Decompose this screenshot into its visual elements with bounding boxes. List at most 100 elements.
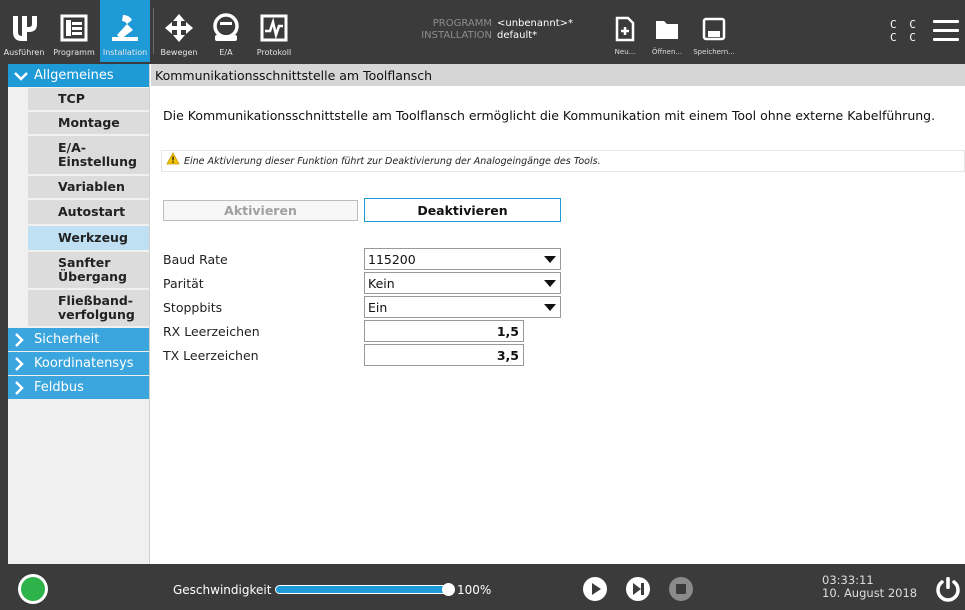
tool-move[interactable]: Bewegen xyxy=(156,0,202,62)
tab-program-label: Programm xyxy=(53,48,95,57)
stopbits-select[interactable]: Ein xyxy=(364,296,561,318)
baud-rate-row: Baud Rate 115200 xyxy=(163,248,563,270)
tool-io-label: E/A xyxy=(219,48,233,57)
tool-move-label: Bewegen xyxy=(160,48,198,57)
robot-status-button[interactable] xyxy=(18,574,48,604)
ur-logo-icon xyxy=(6,8,42,48)
top-bar: Ausführen Programm Installation Bewegen … xyxy=(0,0,965,62)
sidebar-item-label: TCP xyxy=(58,91,85,106)
program-name: <unbenannt>* xyxy=(497,18,573,29)
sidebar-item-label: Werkzeug xyxy=(58,230,128,245)
status-indicator-icon xyxy=(21,577,45,601)
tab-run-label: Ausführen xyxy=(3,48,45,57)
tx-idle-input[interactable]: 3,5 xyxy=(364,344,524,366)
parity-row: Parität Kein xyxy=(163,272,563,294)
datetime: 03:33:11 10. August 2018 xyxy=(822,574,917,600)
sidebar-item-conveyor-tracking[interactable]: Fließband- verfolgung xyxy=(28,290,149,328)
move-arrows-icon xyxy=(161,8,197,48)
io-icon xyxy=(208,8,244,48)
tool-io[interactable]: E/A xyxy=(204,0,248,62)
speed-value: 100% xyxy=(457,583,492,597)
sidebar-item-tcp[interactable]: TCP xyxy=(28,88,149,112)
stopbits-row: Stoppbits Ein xyxy=(163,296,563,318)
deactivate-button[interactable]: Deaktivieren xyxy=(364,198,561,222)
step-button[interactable] xyxy=(626,577,650,601)
dropdown-arrow-icon xyxy=(544,256,556,263)
sidebar-item-mounting[interactable]: Montage xyxy=(28,112,149,136)
hamburger-menu-icon[interactable] xyxy=(933,20,959,42)
sidebar-item-io-setup[interactable]: E/A- Einstellung xyxy=(28,136,149,176)
baud-rate-value: 115200 xyxy=(368,251,416,267)
play-button[interactable] xyxy=(583,577,607,601)
tab-run[interactable]: Ausführen xyxy=(0,0,48,62)
step-icon xyxy=(633,583,644,595)
sidebar: Allgemeines TCP Montage E/A- Einstellung… xyxy=(8,64,150,564)
description-text: Die Kommunikationsschnittstelle am Toolf… xyxy=(163,108,936,123)
stop-icon xyxy=(676,584,686,594)
tab-installation[interactable]: Installation xyxy=(100,0,150,62)
program-tree-icon xyxy=(56,8,92,48)
sidebar-item-variables[interactable]: Variablen xyxy=(28,176,149,200)
sidebar-item-label: E/A- Einstellung xyxy=(58,140,137,169)
sidebar-group-safety[interactable]: Sicherheit xyxy=(8,328,149,352)
stop-button[interactable] xyxy=(669,577,693,601)
new-file-icon xyxy=(611,14,639,44)
baud-rate-select[interactable]: 115200 xyxy=(364,248,561,270)
installation-icon xyxy=(107,8,143,48)
sidebar-item-smooth-transition[interactable]: Sanfter Übergang xyxy=(28,252,149,290)
sidebar-group-label: Koordinatensys xyxy=(34,356,134,371)
parity-value: Kein xyxy=(368,275,395,291)
parity-select[interactable]: Kein xyxy=(364,272,561,294)
sidebar-item-label: Variablen xyxy=(58,179,125,194)
cc-line-1: C C xyxy=(890,18,919,31)
program-key: PROGRAMM xyxy=(432,18,492,29)
sidebar-group-fieldbus[interactable]: Feldbus xyxy=(8,376,149,400)
date-text: 10. August 2018 xyxy=(822,586,918,600)
chevron-down-icon xyxy=(14,71,28,81)
sidebar-item-tool[interactable]: Werkzeug xyxy=(28,226,149,252)
save-icon xyxy=(700,14,728,44)
sidebar-item-label: Autostart xyxy=(58,204,126,219)
play-icon xyxy=(592,583,601,595)
sidebar-group-coordinates[interactable]: Koordinatensys xyxy=(8,352,149,376)
tx-idle-row: TX Leerzeichen 3,5 xyxy=(163,344,563,366)
baud-rate-label: Baud Rate xyxy=(163,252,228,267)
speed-slider-track[interactable] xyxy=(275,585,451,594)
tab-installation-label: Installation xyxy=(102,48,148,57)
rx-idle-label: RX Leerzeichen xyxy=(163,324,260,339)
tool-log[interactable]: Protokoll xyxy=(250,0,298,62)
stopbits-value: Ein xyxy=(368,299,388,315)
save-button[interactable]: Speichern... xyxy=(693,0,735,62)
open-label: Öffnen... xyxy=(651,48,683,56)
new-button[interactable]: Neu... xyxy=(610,0,640,62)
parity-label: Parität xyxy=(163,276,204,291)
chevron-right-icon xyxy=(14,332,28,347)
tx-idle-label: TX Leerzeichen xyxy=(163,348,259,363)
sidebar-group-label: Allgemeines xyxy=(34,68,114,83)
log-icon xyxy=(256,8,292,48)
power-icon[interactable] xyxy=(934,575,962,603)
rx-idle-row: RX Leerzeichen 1,5 xyxy=(163,320,563,342)
cc-indicator: C C C C xyxy=(890,18,919,44)
dropdown-arrow-icon xyxy=(544,304,556,311)
open-button[interactable]: Öffnen... xyxy=(650,0,684,62)
sidebar-group-general[interactable]: Allgemeines xyxy=(8,64,149,88)
sidebar-group-label: Feldbus xyxy=(34,380,84,395)
warning-text: Eine Aktivierung dieser Funktion führt z… xyxy=(184,155,601,167)
rx-idle-input[interactable]: 1,5 xyxy=(364,320,524,342)
chevron-right-icon xyxy=(14,356,28,371)
chevron-right-icon xyxy=(14,380,28,395)
sidebar-item-autostart[interactable]: Autostart xyxy=(28,200,149,226)
tab-program[interactable]: Programm xyxy=(48,0,100,62)
folder-icon xyxy=(653,14,681,44)
divider xyxy=(153,8,154,54)
tool-log-label: Protokoll xyxy=(256,48,292,57)
installation-key: INSTALLATION xyxy=(421,30,492,41)
activate-button[interactable]: Aktivieren xyxy=(163,200,358,221)
dropdown-arrow-icon xyxy=(544,280,556,287)
speed-label: Geschwindigkeit xyxy=(173,583,272,597)
new-label: Neu... xyxy=(614,48,636,56)
main-area: Allgemeines TCP Montage E/A- Einstellung… xyxy=(8,64,965,564)
installation-name: default* xyxy=(497,30,538,41)
speed-slider-handle[interactable] xyxy=(442,583,455,596)
